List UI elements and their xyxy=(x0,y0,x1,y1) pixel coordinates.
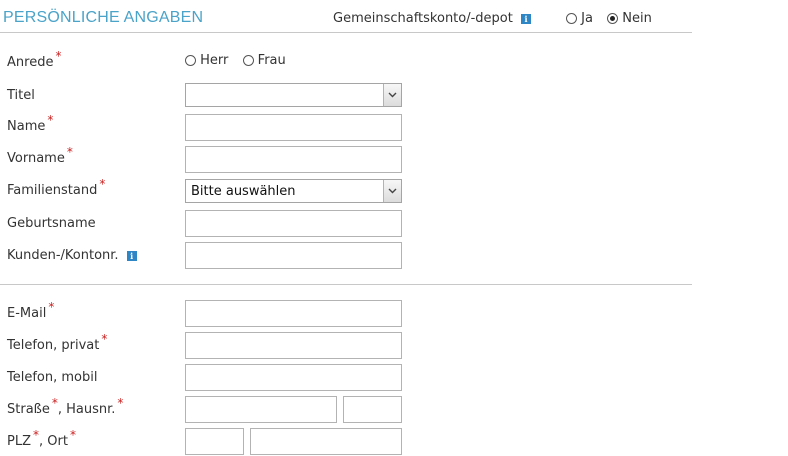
section-divider-middle xyxy=(0,284,692,285)
ort-label-text: , Ort xyxy=(39,434,68,449)
section-title: PERSÖNLICHE ANGABEN xyxy=(3,9,204,26)
geburtsname-input[interactable] xyxy=(185,210,402,237)
vorname-label-text: Vorname xyxy=(7,151,65,166)
required-marker: * xyxy=(101,332,108,346)
required-marker: * xyxy=(33,428,39,442)
ort-input[interactable] xyxy=(250,428,402,455)
joint-account-label: Gemeinschaftskonto/-depot i xyxy=(333,11,532,26)
familienstand-select[interactable]: Bitte auswählen xyxy=(185,179,402,203)
anrede-label-text: Anrede xyxy=(7,55,54,70)
titel-label-text: Titel xyxy=(7,88,35,103)
radio-ja[interactable] xyxy=(566,13,577,24)
strasse-label-text: Straße xyxy=(7,402,50,417)
section-divider-top xyxy=(0,32,692,33)
radio-frau[interactable] xyxy=(242,55,254,66)
strasse-hausnr-label: Straße *, Hausnr. * xyxy=(7,396,123,417)
chevron-down-icon[interactable] xyxy=(383,84,401,106)
email-label: E-Mail * xyxy=(7,300,54,321)
vorname-input[interactable] xyxy=(185,146,402,173)
joint-account-option-nein[interactable]: Nein xyxy=(607,11,652,26)
radio-herr[interactable] xyxy=(185,55,196,66)
kundennr-label-text: Kunden-/Kontonr. xyxy=(7,248,119,263)
chevron-down-icon[interactable] xyxy=(383,180,401,202)
plz-input[interactable] xyxy=(185,428,244,455)
telefon-privat-input[interactable] xyxy=(185,332,402,359)
joint-account-label-text: Gemeinschaftskonto/-depot xyxy=(333,11,513,26)
familienstand-select-value: Bitte auswählen xyxy=(191,184,296,199)
geburtsname-label: Geburtsname xyxy=(7,216,96,231)
titel-label: Titel xyxy=(7,88,35,103)
anrede-radio-group: Herr Frau xyxy=(185,53,296,68)
name-input[interactable] xyxy=(185,114,402,141)
radio-nein-label: Nein xyxy=(622,11,652,26)
plz-ort-label: PLZ *, Ort * xyxy=(7,428,76,449)
required-marker: * xyxy=(117,396,124,410)
telefon-mobil-input[interactable] xyxy=(185,364,402,391)
kundennr-label: Kunden-/Kontonr. i xyxy=(7,248,137,263)
radio-nein[interactable] xyxy=(607,13,619,24)
required-marker: * xyxy=(55,49,62,63)
hausnr-input[interactable] xyxy=(343,396,402,423)
required-marker: * xyxy=(48,300,55,314)
radio-frau-label: Frau xyxy=(257,53,286,68)
familienstand-label: Familienstand * xyxy=(7,177,105,198)
telefon-privat-label: Telefon, privat * xyxy=(7,332,107,353)
joint-account-radio-group: Ja Nein xyxy=(566,11,662,26)
kundennr-input[interactable] xyxy=(185,242,402,269)
info-icon[interactable]: i xyxy=(126,250,137,261)
info-icon[interactable]: i xyxy=(521,13,532,24)
telefon-mobil-label-text: Telefon, mobil xyxy=(7,370,98,385)
radio-herr-label: Herr xyxy=(200,53,229,68)
required-marker: * xyxy=(99,177,106,191)
joint-account-option-ja[interactable]: Ja xyxy=(566,11,597,26)
required-marker: * xyxy=(69,428,76,442)
vorname-label: Vorname * xyxy=(7,145,73,166)
required-marker: * xyxy=(51,396,58,410)
hausnr-label-text: , Hausnr. xyxy=(57,402,116,417)
titel-select[interactable] xyxy=(185,83,402,107)
email-label-text: E-Mail xyxy=(7,306,47,321)
geburtsname-label-text: Geburtsname xyxy=(7,216,96,231)
telefon-privat-label-text: Telefon, privat xyxy=(7,338,100,353)
required-marker: * xyxy=(47,113,54,127)
radio-ja-label: Ja xyxy=(581,11,593,26)
name-label-text: Name xyxy=(7,119,46,134)
required-marker: * xyxy=(66,145,73,159)
anrede-label: Anrede * xyxy=(7,49,61,70)
email-input[interactable] xyxy=(185,300,402,327)
strasse-input[interactable] xyxy=(185,396,337,423)
anrede-option-frau[interactable]: Frau xyxy=(242,53,286,68)
plz-label-text: PLZ xyxy=(7,434,31,449)
telefon-mobil-label: Telefon, mobil xyxy=(7,370,97,385)
anrede-option-herr[interactable]: Herr xyxy=(185,53,233,68)
name-label: Name * xyxy=(7,113,53,134)
familienstand-label-text: Familienstand xyxy=(7,183,98,198)
